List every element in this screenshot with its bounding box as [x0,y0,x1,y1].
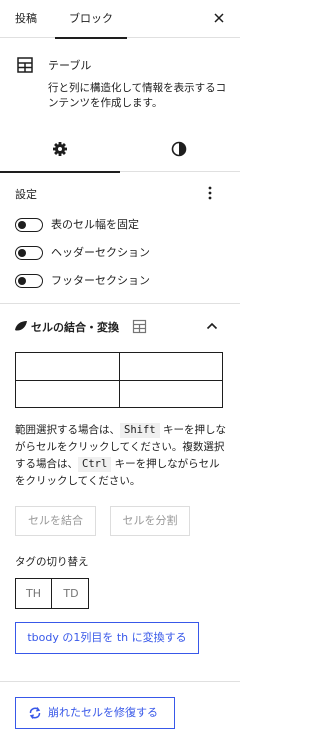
repair-cells-label: 崩れたセルを修復する [48,706,158,719]
toggle-knob [18,277,26,285]
ctrl-key: Ctrl [78,457,112,472]
toggle-label: ヘッダーセクション [51,246,150,259]
merge-panel-title: セルの結合・変換 [31,321,119,334]
th-button[interactable]: TH [16,579,52,608]
toggle-footer-section[interactable]: フッターセクション [15,273,225,289]
more-options-icon[interactable] [203,184,217,202]
table-icon [17,57,33,73]
merge-cells-button[interactable]: セルを結合 [15,506,96,536]
tag-switch-title: タグの切り替え [15,556,89,568]
split-cells-button[interactable]: セルを分割 [110,506,190,536]
grid-line [16,380,222,381]
td-button[interactable]: TD [53,579,89,608]
tab-block[interactable]: ブロック [55,0,127,39]
repair-cells-button[interactable]: 崩れたセルを修復する [15,697,175,729]
block-description: 行と列に構造化して情報を表示するコンテンツを作成します。 [48,82,227,109]
gear-icon [53,142,67,156]
tab-settings[interactable] [0,126,120,173]
rotate-icon [29,707,41,719]
section-divider [0,303,240,304]
chevron-up-icon[interactable] [206,322,218,330]
tab-block-label: ブロック [69,12,113,25]
inspector-tabs [0,126,240,173]
toggle-switch[interactable] [15,274,43,288]
tab-active-indicator [0,171,120,173]
block-card: テーブル 行と列に構造化して情報を表示するコンテンツを作成します。 [0,39,240,121]
contrast-icon [171,141,187,157]
toggle-knob [18,249,26,257]
help-text: 範囲選択する場合は、 Shift キーを押しながらセルをクリックしてください。複数… [15,422,229,490]
toggle-switch[interactable] [15,246,43,260]
help-text-part: 範囲選択する場合は、 [15,424,120,436]
toggle-label: 表のセル幅を固定 [51,218,139,231]
section-divider [0,681,240,682]
cell-grid-preview[interactable] [15,352,223,408]
settings-heading: 設定 [15,188,37,201]
leaf-icon [15,321,27,331]
shift-key: Shift [120,423,160,438]
toggle-fixed-width[interactable]: 表のセル幅を固定 [15,217,225,233]
toggle-knob [18,221,26,229]
convert-th-button[interactable]: tbody の1列目を th に変換する [15,622,199,654]
toggle-switch[interactable] [15,218,43,232]
toggle-header-section[interactable]: ヘッダーセクション [15,245,225,261]
table-icon [132,319,147,334]
tag-switch-group: TH TD [15,578,89,609]
close-icon[interactable] [212,11,226,25]
block-title: テーブル [48,59,92,72]
sidebar-tabs: 投稿 ブロック [0,0,240,39]
toggle-label: フッターセクション [51,274,150,287]
tab-post[interactable]: 投稿 [15,0,37,38]
merge-panel-header[interactable]: セルの結合・変換 [0,316,240,338]
tab-styles[interactable] [120,126,240,172]
